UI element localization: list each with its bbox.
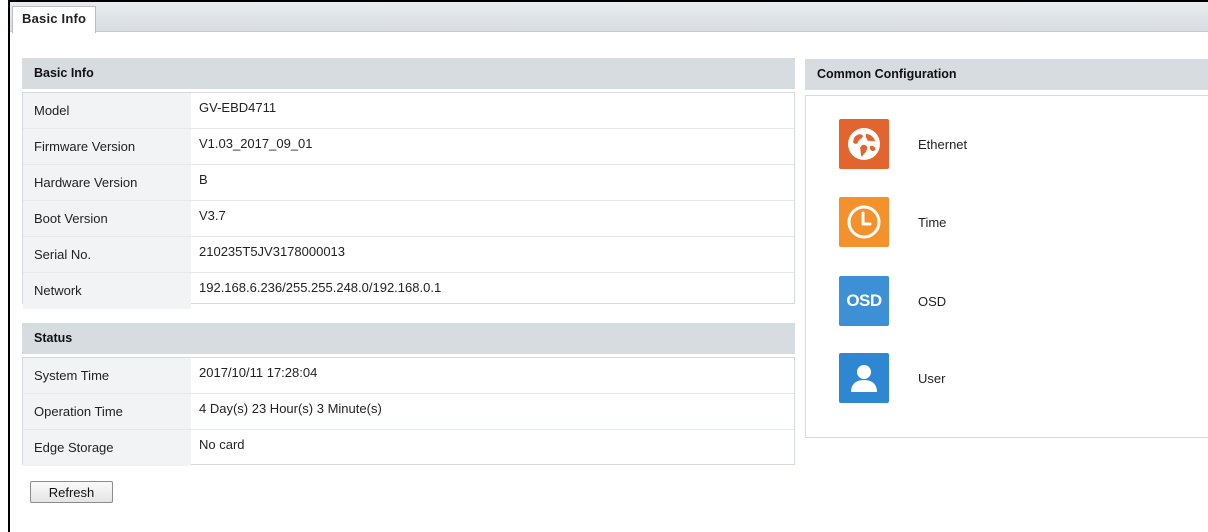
config-label-time: Time [918, 214, 947, 230]
row-label: Network [23, 273, 191, 309]
clock-icon [839, 197, 889, 247]
common-config-panel: Ethernet Time OSD OSD User [805, 95, 1208, 438]
info-row-boot: Boot Version V3.7 [23, 201, 794, 237]
info-row-hardware: Hardware Version B [23, 165, 794, 201]
row-label: Model [23, 93, 191, 128]
info-row-model: Model GV-EBD4711 [23, 93, 794, 129]
row-label: Operation Time [23, 394, 191, 429]
main-panel: Basic Info Basic Info Model GV-EBD4711 F… [8, 0, 1208, 532]
row-value: 4 Day(s) 23 Hour(s) 3 Minute(s) [199, 401, 382, 416]
row-value: 210235T5JV3178000013 [199, 244, 346, 259]
info-row-firmware: Firmware Version V1.03_2017_09_01 [23, 129, 794, 165]
info-row-network: Network 192.168.6.236/255.255.248.0/192.… [23, 273, 794, 309]
config-item-osd[interactable]: OSD OSD [839, 276, 946, 326]
row-label: Boot Version [23, 201, 191, 236]
user-icon [839, 353, 889, 403]
row-label: System Time [23, 358, 191, 393]
row-value: V1.03_2017_09_01 [199, 136, 313, 151]
row-value: GV-EBD4711 [199, 100, 277, 115]
row-label: Firmware Version [23, 129, 191, 164]
config-label-ethernet: Ethernet [918, 136, 968, 152]
osd-icon-text: OSD [846, 291, 882, 310]
osd-icon: OSD [839, 276, 889, 326]
status-row-system-time: System Time 2017/10/11 17:28:04 [23, 358, 794, 394]
row-value: No card [199, 437, 245, 452]
ethernet-globe-icon [839, 119, 889, 169]
status-row-edge-storage: Edge Storage No card [23, 430, 794, 466]
refresh-button[interactable]: Refresh [30, 481, 113, 503]
common-config-header: Common Configuration [805, 59, 1208, 90]
basic-info-table: Model GV-EBD4711 Firmware Version V1.03_… [22, 92, 795, 309]
status-row-operation-time: Operation Time 4 Day(s) 23 Hour(s) 3 Min… [23, 394, 794, 430]
info-row-serial: Serial No. 210235T5JV3178000013 [23, 237, 794, 273]
config-item-user[interactable]: User [839, 353, 945, 403]
row-value: 192.168.6.236/255.255.248.0/192.168.0.1 [199, 280, 442, 295]
status-header: Status [22, 323, 795, 354]
config-item-time[interactable]: Time [839, 197, 946, 247]
tab-bar: Basic Info [10, 2, 1208, 33]
config-label-user: User [918, 370, 946, 386]
basic-info-header: Basic Info [22, 58, 795, 89]
row-label: Edge Storage [23, 430, 191, 466]
row-label: Hardware Version [23, 165, 191, 200]
row-value: B [199, 172, 208, 187]
status-table: System Time 2017/10/11 17:28:04 Operatio… [22, 357, 795, 466]
row-label: Serial No. [23, 237, 191, 272]
config-label-osd: OSD [918, 293, 947, 309]
config-item-ethernet[interactable]: Ethernet [839, 119, 967, 169]
tab-basic-info[interactable]: Basic Info [12, 6, 97, 33]
row-value: V3.7 [199, 208, 226, 223]
row-value: 2017/10/11 17:28:04 [199, 365, 318, 380]
